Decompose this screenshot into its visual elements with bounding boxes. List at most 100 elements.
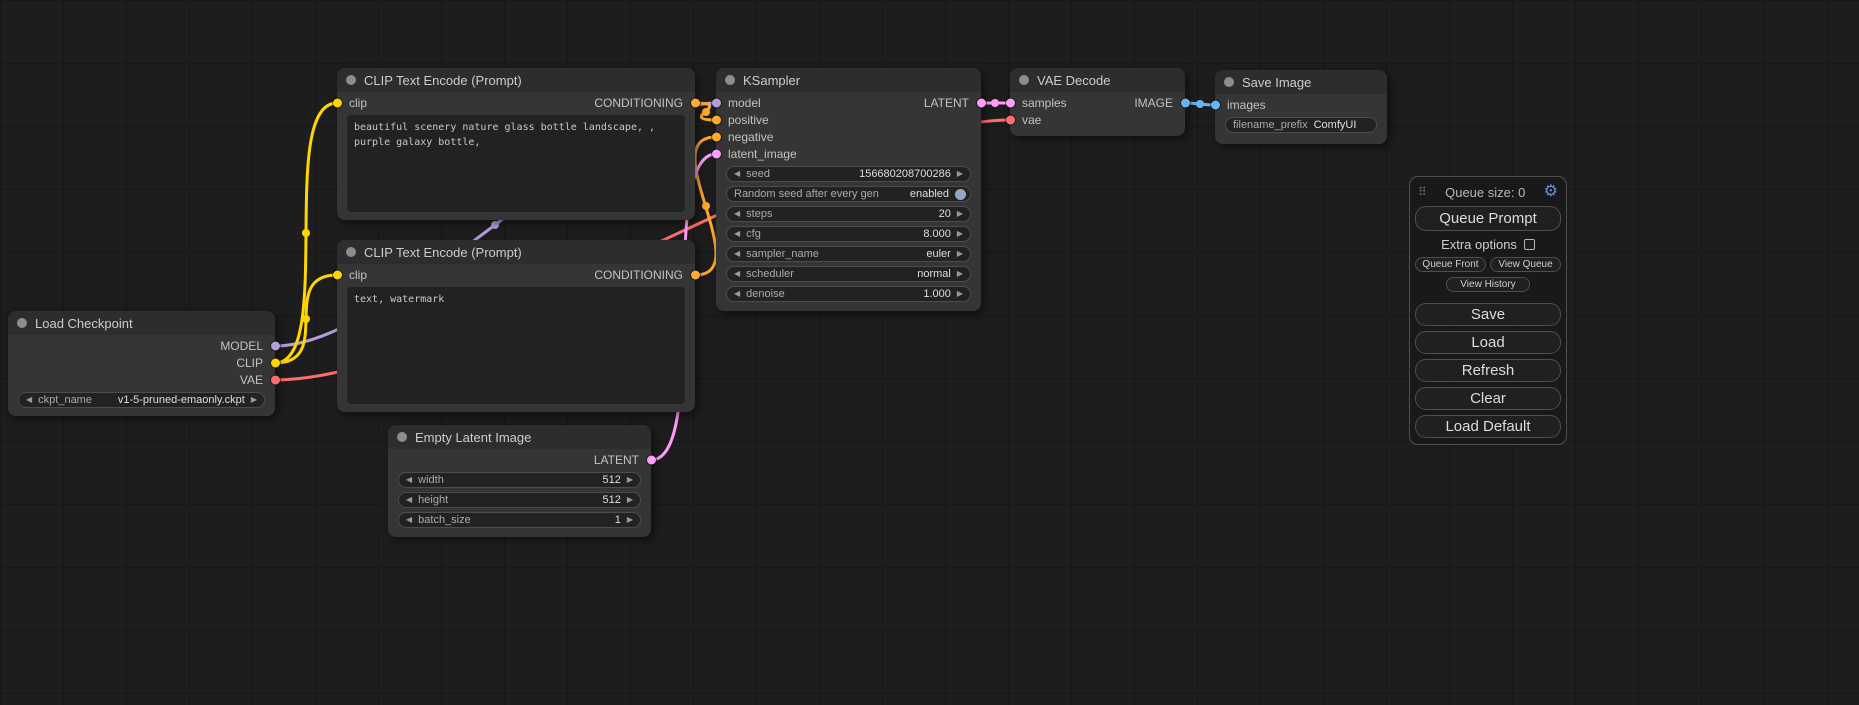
conditioning-input-dot[interactable] <box>712 115 721 124</box>
input-slot-vae[interactable]: vae <box>1010 111 1185 128</box>
left-arrow-icon[interactable]: ◀ <box>734 250 740 258</box>
right-arrow-icon[interactable]: ▶ <box>251 396 257 404</box>
prompt-textarea[interactable]: text, watermark <box>347 287 685 404</box>
right-arrow-icon[interactable]: ▶ <box>627 496 633 504</box>
clip-output-dot[interactable] <box>271 358 280 367</box>
left-arrow-icon[interactable]: ◀ <box>734 170 740 178</box>
left-arrow-icon[interactable]: ◀ <box>734 290 740 298</box>
queue-panel: ⠿ Queue size: 0 ⚙ Queue Prompt Extra opt… <box>1409 176 1567 445</box>
latent-input-dot[interactable] <box>1006 98 1015 107</box>
collapse-dot-icon[interactable] <box>1224 77 1234 87</box>
collapse-dot-icon[interactable] <box>725 75 735 85</box>
output-slot-vae[interactable]: VAE <box>8 371 275 388</box>
view-history-button[interactable]: View History <box>1446 277 1530 292</box>
node-title-bar[interactable]: VAE Decode <box>1010 68 1185 92</box>
node-empty-latent-image[interactable]: Empty Latent Image LATENT ◀ width 512 ▶ … <box>388 425 651 537</box>
left-arrow-icon[interactable]: ◀ <box>406 496 412 504</box>
widget-width[interactable]: ◀ width 512 ▶ <box>398 472 641 488</box>
node-ksampler[interactable]: KSampler model LATENT positive negative … <box>716 68 981 311</box>
prompt-textarea[interactable]: beautiful scenery nature glass bottle la… <box>347 115 685 212</box>
input-slot-latent-image[interactable]: latent_image <box>716 145 981 162</box>
queue-front-button[interactable]: Queue Front <box>1415 257 1486 272</box>
left-arrow-icon[interactable]: ◀ <box>734 230 740 238</box>
right-arrow-icon[interactable]: ▶ <box>957 230 963 238</box>
conditioning-output-dot[interactable] <box>691 98 700 107</box>
image-output-dot[interactable] <box>1181 98 1190 107</box>
node-title-bar[interactable]: CLIP Text Encode (Prompt) <box>337 240 695 264</box>
left-arrow-icon[interactable]: ◀ <box>406 476 412 484</box>
node-title-bar[interactable]: KSampler <box>716 68 981 92</box>
node-load-checkpoint[interactable]: Load Checkpoint MODEL CLIP VAE ◀ ckpt_na… <box>8 311 275 416</box>
widget-random-seed-toggle[interactable]: Random seed after every gen enabled <box>726 186 971 202</box>
clip-input-dot[interactable] <box>333 98 342 107</box>
toggle-knob[interactable] <box>955 189 966 200</box>
model-output-dot[interactable] <box>271 341 280 350</box>
queue-prompt-button[interactable]: Queue Prompt <box>1415 206 1561 231</box>
extra-options-checkbox[interactable] <box>1524 239 1535 250</box>
save-button[interactable]: Save <box>1415 303 1561 326</box>
collapse-dot-icon[interactable] <box>397 432 407 442</box>
left-arrow-icon[interactable]: ◀ <box>406 516 412 524</box>
node-vae-decode[interactable]: VAE Decode samples IMAGE vae <box>1010 68 1185 136</box>
node-graph-canvas[interactable]: Load Checkpoint MODEL CLIP VAE ◀ ckpt_na… <box>0 0 1859 705</box>
slot-row-samples-image: samples IMAGE <box>1010 94 1185 111</box>
latent-output-dot[interactable] <box>647 455 656 464</box>
load-button[interactable]: Load <box>1415 331 1561 354</box>
latent-input-dot[interactable] <box>712 149 721 158</box>
left-arrow-icon[interactable]: ◀ <box>734 210 740 218</box>
right-arrow-icon[interactable]: ▶ <box>957 170 963 178</box>
model-input-dot[interactable] <box>712 98 721 107</box>
node-title-bar[interactable]: Save Image <box>1215 70 1387 94</box>
right-arrow-icon[interactable]: ▶ <box>957 250 963 258</box>
output-slot-latent[interactable]: LATENT <box>388 451 651 468</box>
load-default-button[interactable]: Load Default <box>1415 415 1561 438</box>
wire-midpoint-dot <box>302 229 310 237</box>
image-input-dot[interactable] <box>1211 100 1220 109</box>
node-title-bar[interactable]: Load Checkpoint <box>8 311 275 335</box>
widget-seed[interactable]: ◀ seed 156680208700286 ▶ <box>726 166 971 182</box>
left-arrow-icon[interactable]: ◀ <box>734 270 740 278</box>
collapse-dot-icon[interactable] <box>346 247 356 257</box>
collapse-dot-icon[interactable] <box>346 75 356 85</box>
collapse-dot-icon[interactable] <box>1019 75 1029 85</box>
output-label: CONDITIONING <box>594 96 683 110</box>
right-arrow-icon[interactable]: ▶ <box>957 290 963 298</box>
input-slot-positive[interactable]: positive <box>716 111 981 128</box>
node-title-bar[interactable]: Empty Latent Image <box>388 425 651 449</box>
widget-sampler-name[interactable]: ◀ sampler_name euler ▶ <box>726 246 971 262</box>
widget-height[interactable]: ◀ height 512 ▶ <box>398 492 641 508</box>
input-slot-negative[interactable]: negative <box>716 128 981 145</box>
conditioning-input-dot[interactable] <box>712 132 721 141</box>
input-slot-images[interactable]: images <box>1215 96 1387 113</box>
vae-input-dot[interactable] <box>1006 115 1015 124</box>
widget-filename-prefix[interactable]: filename_prefix ComfyUI <box>1225 117 1377 133</box>
left-arrow-icon[interactable]: ◀ <box>26 396 32 404</box>
node-title-bar[interactable]: CLIP Text Encode (Prompt) <box>337 68 695 92</box>
widget-batch-size[interactable]: ◀ batch_size 1 ▶ <box>398 512 641 528</box>
settings-gear-icon[interactable]: ⚙ <box>1544 184 1558 200</box>
view-queue-button[interactable]: View Queue <box>1490 257 1561 272</box>
vae-output-dot[interactable] <box>271 375 280 384</box>
right-arrow-icon[interactable]: ▶ <box>957 270 963 278</box>
widget-ckpt-name[interactable]: ◀ ckpt_name v1-5-pruned-emaonly.ckpt ▶ <box>18 392 265 408</box>
output-slot-model[interactable]: MODEL <box>8 337 275 354</box>
refresh-button[interactable]: Refresh <box>1415 359 1561 382</box>
node-save-image[interactable]: Save Image images filename_prefix ComfyU… <box>1215 70 1387 144</box>
right-arrow-icon[interactable]: ▶ <box>627 476 633 484</box>
right-arrow-icon[interactable]: ▶ <box>957 210 963 218</box>
latent-output-dot[interactable] <box>977 98 986 107</box>
clear-button[interactable]: Clear <box>1415 387 1561 410</box>
node-clip-text-encode-positive[interactable]: CLIP Text Encode (Prompt) clip CONDITION… <box>337 68 695 220</box>
output-slot-clip[interactable]: CLIP <box>8 354 275 371</box>
clip-input-dot[interactable] <box>333 270 342 279</box>
widget-cfg[interactable]: ◀ cfg 8.000 ▶ <box>726 226 971 242</box>
drag-handle-icon[interactable]: ⠿ <box>1418 185 1427 199</box>
node-clip-text-encode-negative[interactable]: CLIP Text Encode (Prompt) clip CONDITION… <box>337 240 695 412</box>
widget-scheduler[interactable]: ◀ scheduler normal ▶ <box>726 266 971 282</box>
right-arrow-icon[interactable]: ▶ <box>627 516 633 524</box>
slot-row: clip CONDITIONING <box>337 266 695 283</box>
widget-steps[interactable]: ◀ steps 20 ▶ <box>726 206 971 222</box>
conditioning-output-dot[interactable] <box>691 270 700 279</box>
collapse-dot-icon[interactable] <box>17 318 27 328</box>
widget-denoise[interactable]: ◀ denoise 1.000 ▶ <box>726 286 971 302</box>
